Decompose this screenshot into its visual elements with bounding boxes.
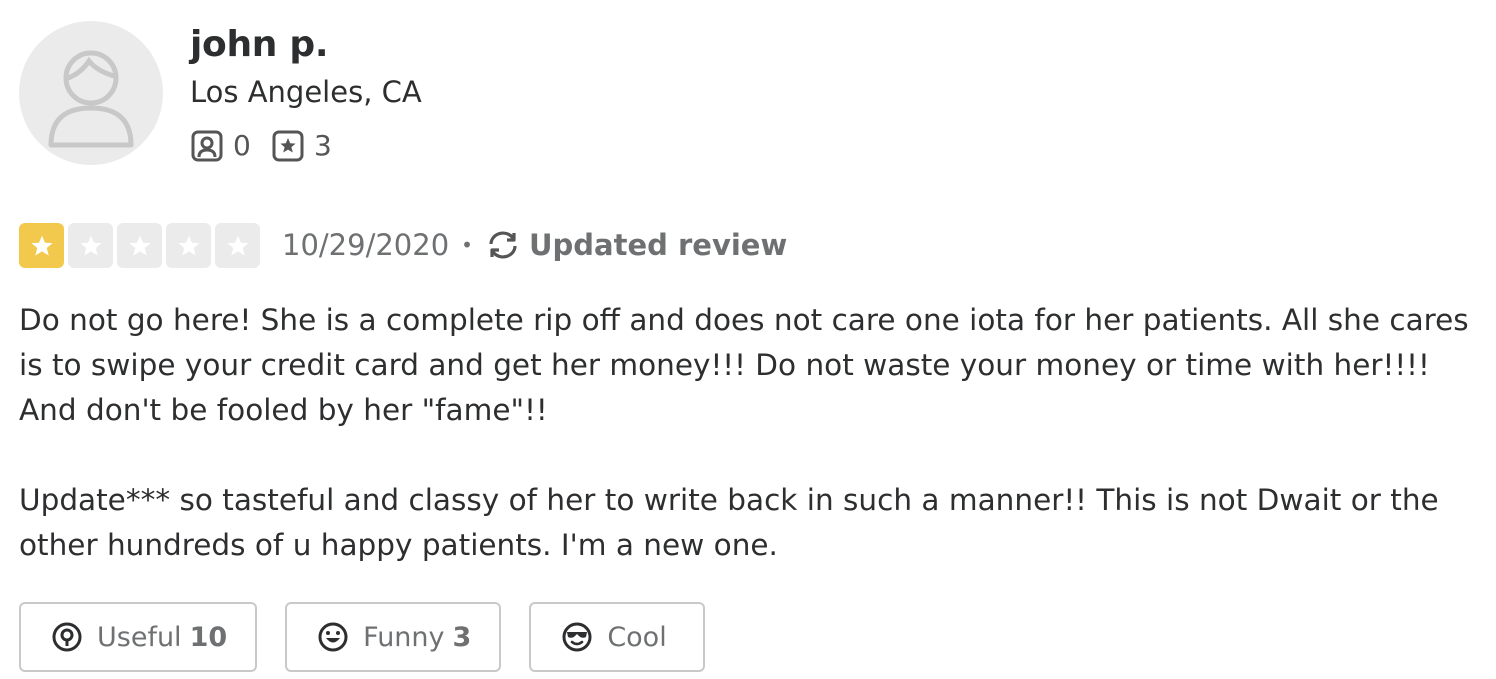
user-location: Los Angeles, CA <box>190 75 422 109</box>
lightbulb-icon <box>52 622 82 652</box>
review-text: Do not go here! She is a complete rip of… <box>19 298 1489 568</box>
review-paragraph: Update*** so tasteful and classy of her … <box>19 483 1439 562</box>
star-icon <box>19 223 64 268</box>
cool-label: Cool <box>607 621 667 653</box>
review-meta: 10/29/2020 • Updated review <box>282 222 787 268</box>
review-date: 10/29/2020 <box>282 228 450 262</box>
funny-button[interactable]: Funny 3 <box>285 602 502 672</box>
reaction-buttons: Useful 10 Funny 3 Cool <box>19 602 733 672</box>
friends-icon <box>191 130 223 162</box>
user-silhouette-icon <box>48 50 134 148</box>
sunglasses-icon <box>562 622 592 652</box>
funny-label: Funny <box>363 621 445 653</box>
star-icon <box>117 223 162 268</box>
avatar[interactable] <box>19 21 163 165</box>
star-icon <box>166 223 211 268</box>
star-rating <box>19 223 260 268</box>
star-icon <box>68 223 113 268</box>
cool-button[interactable]: Cool <box>529 602 705 672</box>
star-icon <box>215 223 260 268</box>
reviews-count-value: 3 <box>314 129 332 162</box>
updated-review-label[interactable]: Updated review <box>529 228 787 262</box>
meta-separator: • <box>461 233 473 257</box>
funny-count: 3 <box>452 621 472 653</box>
user-name[interactable]: john p. <box>190 22 329 68</box>
friends-count: 0 <box>191 129 251 163</box>
useful-button[interactable]: Useful 10 <box>19 602 258 672</box>
review-star-icon <box>272 130 304 162</box>
friends-count-value: 0 <box>233 129 251 162</box>
refresh-icon <box>489 231 517 259</box>
reviews-count: 3 <box>272 129 332 163</box>
smile-icon <box>318 622 348 652</box>
useful-label: Useful <box>97 621 182 653</box>
useful-count: 10 <box>189 621 228 653</box>
review-paragraph: Do not go here! She is a complete rip of… <box>19 303 1469 427</box>
